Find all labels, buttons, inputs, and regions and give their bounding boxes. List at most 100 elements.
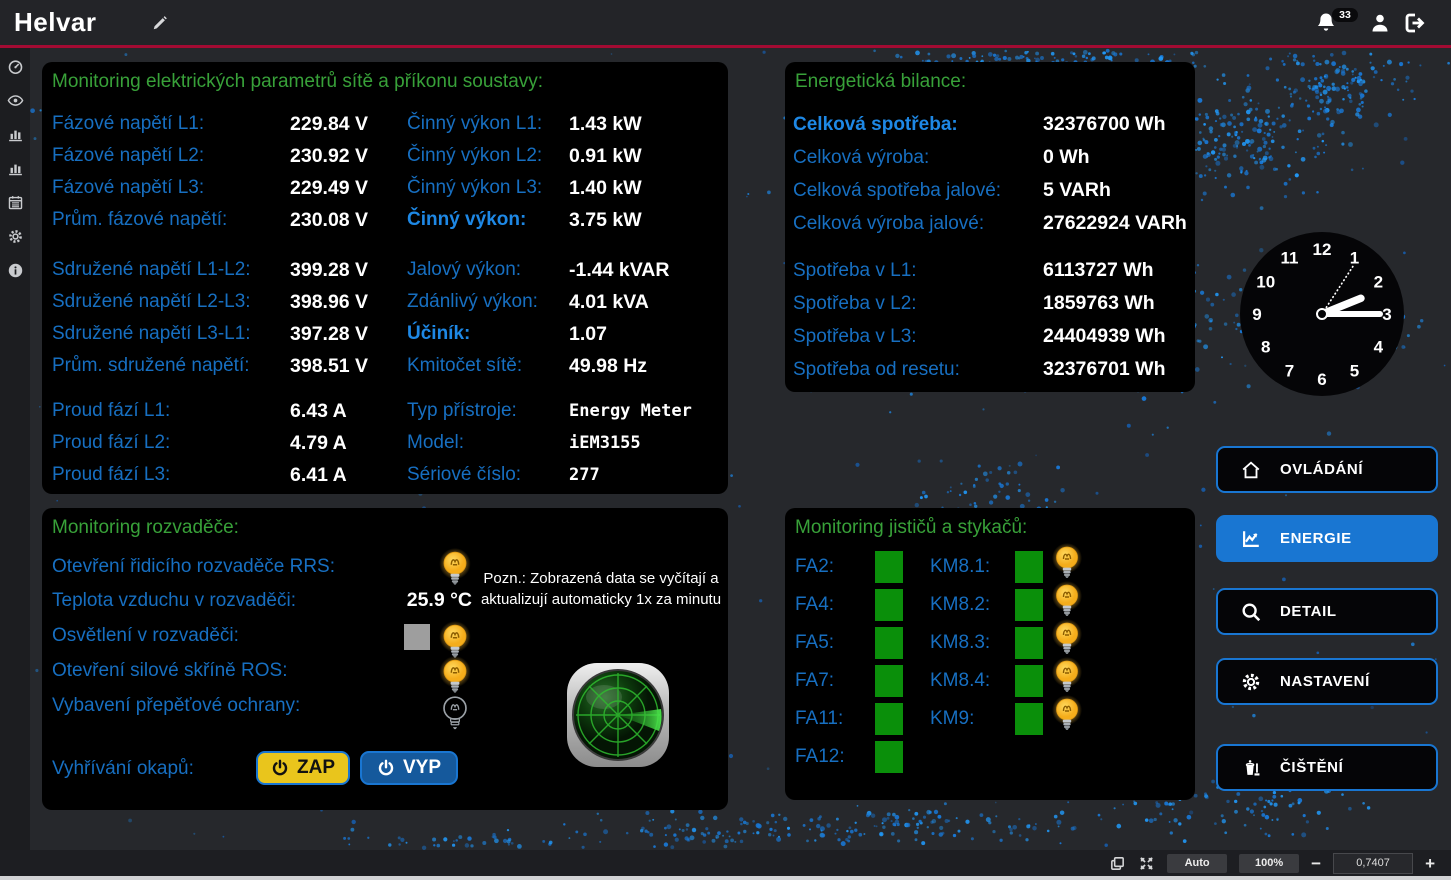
param-value: Energy Meter [569, 401, 728, 421]
scale-value-field[interactable]: 0,7407 [1333, 853, 1413, 874]
top-bar: Helvar 33 [0, 0, 1451, 45]
param-label: Spotřeba v L1: [793, 260, 1043, 282]
param-label: Činný výkon L1: [407, 113, 569, 135]
param-value: 397.28 V [290, 323, 407, 346]
param-label: Celková spotřeba: [793, 114, 1043, 136]
table-row: Celková výroba:0 Wh [785, 141, 1195, 174]
bulb-on-icon [436, 548, 474, 594]
param-value: 3.75 kW [569, 209, 728, 232]
nav-detail-button[interactable]: DETAIL [1216, 588, 1438, 635]
power-icon [271, 759, 289, 777]
logout-icon[interactable] [1402, 11, 1426, 35]
svg-text:10: 10 [1256, 273, 1275, 292]
analog-clock: 123456789101112 [1238, 230, 1406, 398]
table-row: Sdružené napětí L3-L1:397.28 VÚčiník:1.0… [42, 318, 728, 350]
fullscreen-icon[interactable] [1138, 855, 1155, 872]
param-label: Sériové číslo: [407, 464, 569, 486]
param-value: 0 Wh [1043, 146, 1195, 169]
bulb-off-icon [436, 693, 474, 739]
table-row: Proud fází L2:4.79 AModel:iEM3155 [42, 427, 728, 459]
nav-ovladani-button[interactable]: OVLÁDÁNÍ [1216, 446, 1438, 493]
calendar-icon[interactable] [7, 194, 24, 211]
zoom-in-button[interactable]: + [1425, 854, 1435, 873]
zoom-controls: Auto 100% − 0,7407 + [1109, 852, 1435, 874]
zap-button[interactable]: ZAP [256, 751, 350, 785]
status-square [875, 589, 903, 621]
info-icon[interactable] [7, 262, 24, 279]
status-square [875, 741, 903, 773]
param-value: 230.92 V [290, 145, 407, 168]
edit-pencil-icon[interactable] [150, 13, 170, 33]
table-row: FA5: KM8.3: [785, 624, 1195, 662]
nav-nastaveni-button[interactable]: NASTAVENÍ [1216, 658, 1438, 705]
table-row: Celková výroba jalové:27622924 VARh [785, 207, 1195, 240]
table-row: Prům. fázové napětí:230.08 VČinný výkon:… [42, 204, 728, 236]
auto-scale-button[interactable]: Auto [1167, 854, 1227, 873]
panel-title: Monitoring rozvaděče: [42, 508, 728, 543]
param-label: Jalový výkon: [407, 259, 569, 281]
param-value: 4.01 kVA [569, 291, 728, 314]
zoom-out-button[interactable]: − [1311, 854, 1321, 873]
nav-button-label: OVLÁDÁNÍ [1280, 461, 1363, 478]
restore-windows-icon[interactable] [1109, 855, 1126, 872]
param-label: Činný výkon: [407, 209, 569, 231]
table-row: FA12: [785, 738, 1195, 776]
energy-balance-panel: Energetická bilance: Celková spotřeba:32… [785, 62, 1195, 392]
eye-icon[interactable] [7, 92, 24, 109]
nav-button-label: ENERGIE [1280, 530, 1352, 547]
table-row: FA7: KM8.4: [785, 662, 1195, 700]
param-value: 277 [569, 465, 728, 485]
zoom-100-button[interactable]: 100% [1239, 854, 1299, 873]
light-status-square [404, 624, 430, 650]
svg-text:11: 11 [1281, 249, 1299, 268]
breaker-label: FA2: [795, 556, 875, 578]
vyp-button[interactable]: VYP [360, 751, 458, 785]
table-row: FA2: KM8.1: [785, 548, 1195, 586]
param-label: Model: [407, 432, 569, 454]
param-value: 230.08 V [290, 209, 407, 232]
param-label: Spotřeba v L3: [793, 326, 1043, 348]
param-value: 4.79 A [290, 432, 407, 455]
panel-title: Monitoring jističů a stykačů: [785, 508, 1195, 543]
param-label: Spotřeba v L2: [793, 293, 1043, 315]
param-label: Typ přístroje: [407, 400, 569, 422]
header-divider [0, 45, 1451, 48]
table-row: Spotřeba v L3:24404939 Wh [785, 320, 1195, 353]
param-label: Sdružené napětí L1-L2: [52, 259, 290, 281]
svg-text:8: 8 [1261, 338, 1270, 357]
param-label: Fázové napětí L1: [52, 113, 290, 135]
nav-energie-button[interactable]: ENERGIE [1216, 515, 1438, 562]
table-row: Sdružené napětí L1-L2:399.28 VJalový výk… [42, 254, 728, 286]
svg-text:12: 12 [1313, 240, 1332, 259]
brand-logo: Helvar [14, 7, 97, 38]
radar-icon [566, 661, 670, 769]
breaker-rows: FA2: KM8.1: FA4: KM8.2: FA5: KM8.3: FA7:… [785, 548, 1195, 776]
gear-icon[interactable] [7, 228, 24, 245]
param-label: Teplota vzduchu v rozvaděči: [52, 590, 296, 612]
bar-chart-icon[interactable] [7, 160, 24, 177]
param-value: 1.43 kW [569, 113, 728, 136]
param-value: 24404939 Wh [1043, 325, 1195, 348]
param-label: Celková spotřeba jalové: [793, 180, 1043, 202]
param-value: 1859763 Wh [1043, 292, 1195, 315]
nav-button-label: NASTAVENÍ [1280, 673, 1370, 690]
table-row: Spotřeba v L2:1859763 Wh [785, 287, 1195, 320]
vyp-button-label: VYP [403, 757, 441, 779]
param-value: 5 VARh [1043, 179, 1195, 202]
param-label: Kmitočet sítě: [407, 355, 569, 377]
param-label: Proud fází L2: [52, 432, 290, 454]
bar-chart-icon[interactable] [7, 126, 24, 143]
svg-text:1: 1 [1350, 249, 1359, 268]
home-icon [1240, 459, 1262, 481]
gauge-icon[interactable] [7, 58, 24, 75]
refresh-note: Pozn.: Zobrazená data se vyčítají a aktu… [480, 568, 722, 610]
nav-cisteni-button[interactable]: ČIŠTĚNÍ [1216, 744, 1438, 791]
nav-button-label: DETAIL [1280, 603, 1337, 620]
param-value: 6113727 Wh [1043, 259, 1195, 282]
param-label: Otevření silové skříně ROS: [52, 660, 287, 682]
status-square [875, 627, 903, 659]
user-profile-icon[interactable] [1368, 11, 1392, 35]
contactor-label: KM8.1: [930, 556, 1015, 578]
status-square [1015, 551, 1043, 583]
table-row: Fázové napětí L3:229.49 VČinný výkon L3:… [42, 172, 728, 204]
